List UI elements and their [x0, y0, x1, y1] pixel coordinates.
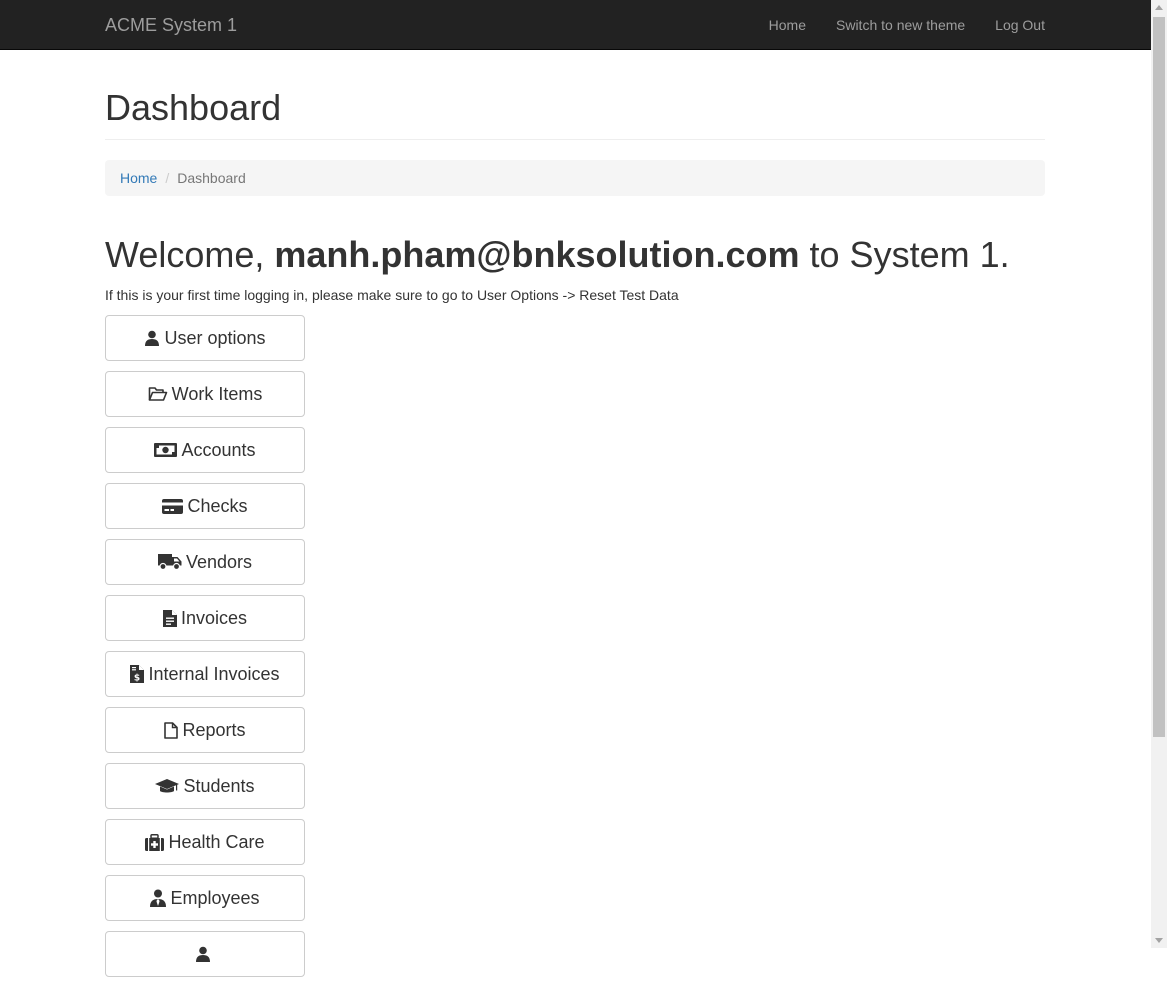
employees-label: Employees [170, 887, 260, 908]
user-icon [144, 330, 160, 346]
truck-icon [157, 554, 182, 570]
work-items-label: Work Items [171, 383, 263, 404]
partial-menu-button[interactable] [105, 931, 305, 977]
employees-button[interactable]: Employees [105, 875, 305, 921]
nav-switch-theme-link[interactable]: Switch to new theme [836, 0, 965, 50]
file-text-icon [162, 609, 177, 627]
internal-invoices-label: Internal Invoices [148, 663, 280, 684]
page-header: Dashboard [105, 88, 1045, 140]
welcome-heading: Welcome, manh.pham@bnksolution.com to Sy… [105, 232, 1010, 278]
vendors-button[interactable]: Vendors [105, 539, 305, 585]
reports-button[interactable]: Reports [105, 707, 305, 753]
welcome-prefix: Welcome, [105, 234, 275, 275]
credit-card-icon [162, 498, 184, 514]
medkit-icon [145, 833, 165, 851]
checks-label: Checks [187, 495, 248, 516]
breadcrumb-home-link[interactable]: Home [120, 170, 157, 186]
breadcrumb: Home / Dashboard [105, 160, 1045, 196]
user-icon [195, 946, 211, 962]
page-title: Dashboard [105, 87, 282, 128]
brand-link[interactable]: ACME System 1 [105, 15, 237, 35]
nav-links: Home Switch to new theme Log Out [739, 0, 1045, 50]
scrollbar-thumb[interactable] [1153, 17, 1165, 737]
health-care-label: Health Care [168, 831, 265, 852]
welcome-suffix: to System 1. [799, 234, 1010, 275]
internal-invoices-button[interactable]: $ Internal Invoices [105, 651, 305, 697]
students-label: Students [183, 775, 255, 796]
dashboard-menu: User options Work Items Accounts Checks … [105, 315, 305, 987]
file-icon [164, 721, 179, 739]
accounts-label: Accounts [181, 439, 256, 460]
vertical-scrollbar[interactable] [1151, 0, 1167, 948]
user-tie-icon [150, 889, 167, 907]
file-invoice-dollar-icon: $ [130, 665, 145, 684]
work-items-button[interactable]: Work Items [105, 371, 305, 417]
user-options-button[interactable]: User options [105, 315, 305, 361]
scroll-down-icon[interactable] [1155, 938, 1163, 943]
scroll-up-icon[interactable] [1155, 5, 1163, 10]
students-button[interactable]: Students [105, 763, 305, 809]
health-care-button[interactable]: Health Care [105, 819, 305, 865]
checks-button[interactable]: Checks [105, 483, 305, 529]
reports-label: Reports [182, 719, 246, 740]
invoices-button[interactable]: Invoices [105, 595, 305, 641]
welcome-user-email: manh.pham@bnksolution.com [274, 234, 800, 275]
first-login-hint: If this is your first time logging in, p… [105, 287, 679, 303]
folder-open-icon [148, 386, 168, 402]
user-options-label: User options [164, 327, 266, 348]
graduation-cap-icon [155, 778, 180, 794]
invoices-label: Invoices [180, 607, 248, 628]
nav-logout-link[interactable]: Log Out [995, 0, 1045, 50]
svg-text:$: $ [134, 674, 140, 684]
money-icon [154, 443, 178, 457]
accounts-button[interactable]: Accounts [105, 427, 305, 473]
breadcrumb-current: Dashboard [177, 170, 246, 186]
breadcrumb-separator: / [165, 170, 170, 186]
top-navbar: ACME System 1 Home Switch to new theme L… [0, 0, 1151, 50]
nav-home-link[interactable]: Home [769, 0, 806, 50]
vendors-label: Vendors [185, 551, 253, 572]
